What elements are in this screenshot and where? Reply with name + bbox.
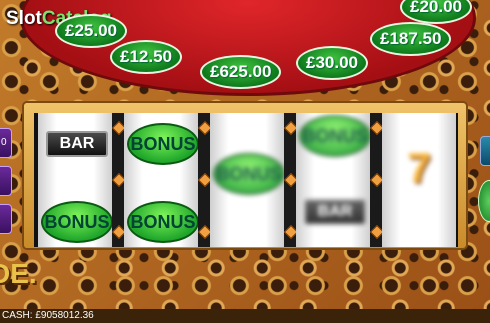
reel-divider <box>197 113 213 247</box>
seven-symbol: 7 <box>407 144 431 191</box>
prize-badge: £187.50 <box>370 22 452 56</box>
reel-5: 7 <box>382 113 456 247</box>
cash-value: £9058012.36 <box>35 310 94 321</box>
reel-3: BONUS <box>210 113 285 247</box>
bonus-symbol: BONUS <box>213 153 285 195</box>
cash-label: CASH: <box>2 310 33 321</box>
prize-badge: £625.00 <box>200 55 282 89</box>
prize-badge: £25.00 <box>55 14 127 48</box>
reel-2: BONUS BONUS <box>124 113 199 247</box>
cash-bar: CASH: £9058012.36 <box>0 309 490 323</box>
bonus-symbol: BONUS <box>127 123 199 165</box>
reel-1: BAR BONUS <box>38 113 113 247</box>
bar-symbol: BAR <box>304 199 366 225</box>
reel-divider <box>283 113 299 247</box>
right-side-button[interactable] <box>480 136 490 166</box>
left-side-button[interactable] <box>0 204 12 234</box>
left-side-button[interactable] <box>0 166 12 196</box>
bonus-symbol: BONUS <box>41 201 113 243</box>
reels-window: BAR BONUS BONUS BONUS BONUS BONUS BAR 7 <box>34 113 458 247</box>
game-logo: DE. <box>0 258 37 289</box>
bar-symbol: BAR <box>46 131 108 157</box>
prize-badge: £30.00 <box>296 46 368 80</box>
prize-badge: £12.50 <box>110 40 182 74</box>
reel-divider <box>369 113 385 247</box>
reel-4: BONUS BAR <box>296 113 371 247</box>
reel-divider <box>111 113 127 247</box>
left-side-button[interactable]: 0 <box>0 128 12 158</box>
bonus-symbol: BONUS <box>127 201 199 243</box>
bonus-symbol: BONUS <box>299 115 371 157</box>
